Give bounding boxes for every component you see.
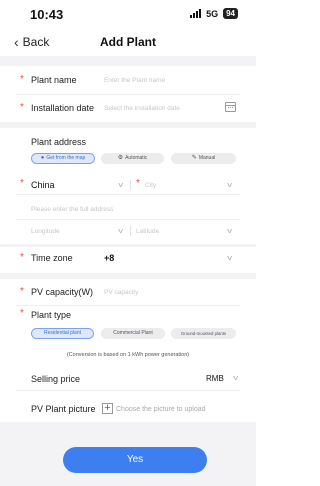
page-title: Add Plant [100,35,156,49]
pv-capacity-input[interactable]: PV capacity [104,289,138,296]
country-select[interactable]: China [31,180,55,190]
time-zone-value: +8 [104,253,115,263]
divider [16,390,240,391]
address-mode-map[interactable]: ● Get from the map [31,153,95,164]
status-bar: 10:43 5G 94 [0,0,256,28]
plant-type-residential[interactable]: Residential plant [31,328,94,339]
plant-details-card: * PV capacity(W) PV capacity * Plant typ… [0,279,256,422]
nav-bar: ‹ Back Add Plant [0,28,256,56]
address-mode-automatic[interactable]: ⚙ Automatic [101,153,164,164]
status-time: 10:43 [30,7,64,22]
add-picture-icon[interactable]: + [102,403,113,414]
required-mark: * [20,178,24,189]
plant-name-row[interactable]: * Plant name Enter the Plant name [0,68,256,92]
network-type: 5G [206,8,219,19]
plant-name-label: Plant name [31,75,77,85]
calendar-icon[interactable] [225,102,236,112]
separator [130,180,131,190]
footer: Yes [0,432,256,486]
installation-date-input[interactable]: Select the installation date [104,105,180,112]
selling-price-label: Selling price [31,374,81,384]
plant-type-commercial[interactable]: Commercial Plant [101,328,165,339]
add-plant-screen: 10:43 5G 94 ‹ Back Add Plant * Plant nam… [0,0,256,486]
longitude-input[interactable]: Longitude [31,228,60,235]
required-mark: * [20,286,24,297]
required-mark: * [20,252,24,263]
required-mark: * [136,178,140,189]
time-zone-card[interactable]: * Time zone +8 v [0,247,256,273]
address-card: Plant address ● Get from the map ⚙ Automat… [0,128,256,244]
plant-type-ground-mounted[interactable]: Ground-mounted plants [171,328,236,339]
chevron-down-icon: v [118,182,124,189]
full-address-input[interactable]: Please enter the full address [31,206,113,213]
plant-address-label: Plant address [31,137,87,147]
latitude-input[interactable]: Latitude [136,228,159,235]
divider [16,194,240,195]
divider [16,305,240,306]
battery-icon: 94 [223,8,238,19]
installation-date-label: Installation date [31,103,95,113]
required-mark: * [20,102,24,113]
plant-name-input[interactable]: Enter the Plant name [104,77,165,84]
address-mode-manual[interactable]: ✎ Manual [171,153,236,164]
gear-icon: ⚙ [117,155,124,161]
chevron-down-icon: v [233,375,239,382]
pv-plant-picture-label: PV Plant picture [31,404,96,414]
signal-icon [190,9,202,18]
pv-capacity-row[interactable]: * PV capacity(W) PV capacity [0,280,256,304]
required-mark: * [20,308,24,319]
location-pin-icon: ● [40,155,45,161]
currency-select[interactable]: RMB [206,374,224,383]
chevron-down-icon: v [118,228,124,235]
chevron-down-icon: v [227,182,233,189]
chevron-down-icon: v [227,255,233,262]
conversion-note: (Conversion is based on 1 kWh power gene… [66,352,190,358]
installation-date-row[interactable]: * Installation date Select the installat… [0,96,256,120]
pencil-icon: ✎ [191,155,197,161]
required-mark: * [20,74,24,85]
upload-picture-hint[interactable]: Choose the picture to upload [116,406,206,413]
divider [16,94,240,95]
divider [16,219,240,220]
plant-type-label: Plant type [31,310,72,320]
yes-button[interactable]: Yes [63,447,207,473]
city-select[interactable]: City [145,182,156,189]
status-indicators: 5G 94 [190,8,238,19]
chevron-down-icon: v [227,228,233,235]
separator [130,226,131,236]
basic-info-card: * Plant name Enter the Plant name * Inst… [0,66,256,122]
pv-capacity-label: PV capacity(W) [31,287,94,297]
time-zone-label: Time zone [31,253,73,263]
